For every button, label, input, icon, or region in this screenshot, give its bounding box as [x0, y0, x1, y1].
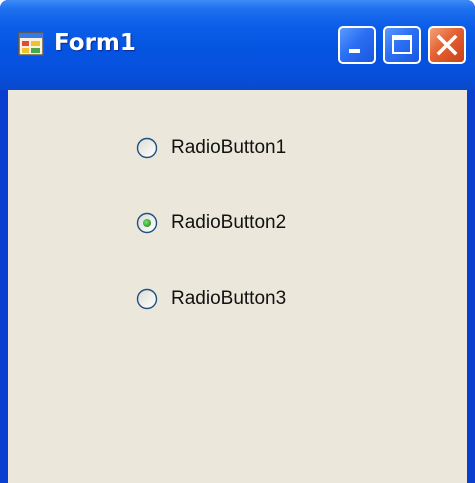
minimize-button[interactable] — [338, 26, 376, 64]
radio-button-3[interactable]: RadioButton3 — [136, 288, 286, 310]
title-bar[interactable]: Form1 — [0, 0, 475, 90]
form-client-area: RadioButton1 RadioButton2 RadioButton3 — [8, 90, 467, 483]
radio-unchecked-icon[interactable] — [136, 137, 158, 159]
radio-button-label: RadioButton1 — [171, 137, 287, 158]
minimize-icon — [349, 49, 360, 53]
window-frame: Form1 RadioButton1 RadioButton2 RadioBut… — [0, 0, 475, 483]
form-app-icon[interactable] — [18, 32, 44, 56]
window-title: Form1 — [54, 30, 136, 56]
radio-unchecked-icon[interactable] — [136, 288, 158, 310]
close-button[interactable] — [428, 26, 466, 64]
maximize-button[interactable] — [383, 26, 421, 64]
radio-checked-icon[interactable] — [136, 212, 158, 234]
radio-button-label: RadioButton2 — [171, 212, 287, 233]
radio-button-label: RadioButton3 — [171, 288, 287, 309]
close-icon — [436, 34, 458, 56]
radio-button-2[interactable]: RadioButton2 — [136, 212, 286, 234]
maximize-icon — [392, 35, 412, 54]
radio-button-1[interactable]: RadioButton1 — [136, 137, 286, 159]
